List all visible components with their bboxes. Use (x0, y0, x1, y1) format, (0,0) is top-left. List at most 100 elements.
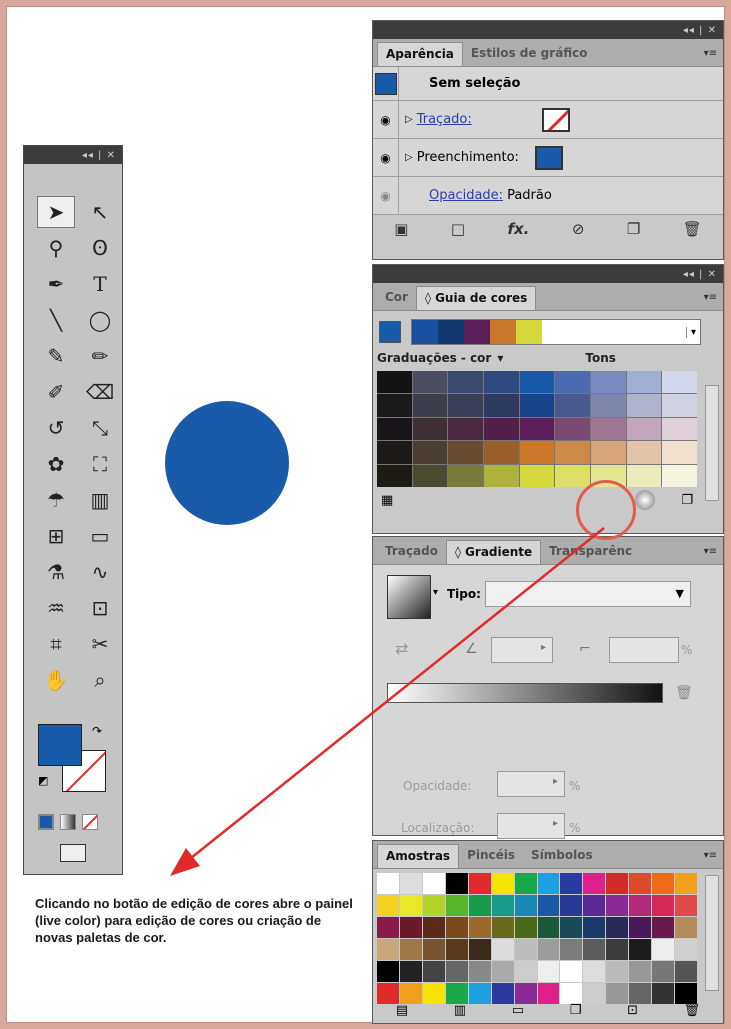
swatch[interactable] (445, 873, 468, 894)
swatch[interactable] (377, 961, 399, 982)
duplicate-icon[interactable]: ❐ (627, 220, 640, 238)
variations-label[interactable]: Graduações - cor (377, 351, 491, 365)
swatch[interactable] (399, 873, 422, 894)
color-variation-swatch[interactable] (484, 417, 519, 441)
harmony-rules-dropdown[interactable]: ▾ (411, 319, 701, 345)
swatch[interactable] (468, 961, 491, 982)
swatch[interactable] (445, 961, 468, 982)
tab-brushes[interactable]: Pincéis (459, 844, 523, 868)
gradient-preview-swatch[interactable] (387, 575, 431, 619)
panel-menu-icon[interactable]: ▾≡ (704, 48, 717, 59)
save-color-group-icon[interactable]: ❐ (681, 493, 693, 508)
swatch[interactable] (652, 873, 675, 894)
color-variation-swatch[interactable] (626, 464, 662, 487)
symbol-sprayer-tool-icon[interactable]: ☂ (37, 484, 75, 516)
swatch[interactable] (606, 873, 629, 894)
fx-icon[interactable]: fx. (507, 220, 529, 238)
color-variation-swatch[interactable] (519, 441, 555, 464)
angle-field[interactable]: ▸ (491, 637, 553, 663)
color-variation-swatch[interactable] (555, 464, 590, 487)
swatch[interactable] (560, 961, 583, 982)
zoom-tool-icon[interactable]: ⌕ (81, 664, 119, 696)
color-variation-swatch[interactable] (448, 394, 483, 417)
color-variation-swatch[interactable] (377, 417, 412, 441)
slice-tool-icon[interactable]: ✂ (81, 628, 119, 660)
color-variation-swatch[interactable] (412, 441, 448, 464)
swatch[interactable] (652, 895, 675, 916)
location-field[interactable]: ▸ (497, 813, 565, 839)
color-variation-swatch[interactable] (662, 394, 697, 417)
color-variation-swatch[interactable] (591, 371, 626, 394)
artboard-tool-icon[interactable]: ⌗ (37, 628, 75, 660)
swatch-libraries-icon[interactable]: ▤ (396, 1003, 408, 1018)
color-variation-swatch[interactable] (377, 441, 412, 464)
color-variation-swatch[interactable] (555, 417, 590, 441)
swatch[interactable] (377, 939, 399, 960)
swatch[interactable] (652, 961, 675, 982)
delete-swatch-icon[interactable]: 🗑 (684, 1003, 701, 1018)
swatch[interactable] (675, 917, 697, 938)
swatch[interactable] (422, 939, 445, 960)
eyedropper-tool-icon[interactable]: ⚗ (37, 556, 75, 588)
screen-mode-icon[interactable] (60, 844, 86, 862)
opacity-field[interactable]: ▸ (497, 771, 565, 797)
swatch[interactable] (560, 895, 583, 916)
pencil-tool-icon[interactable]: ✏ (81, 340, 119, 372)
scrollbar[interactable] (705, 875, 719, 991)
limit-color-group-icon[interactable]: ▦ (381, 493, 393, 508)
swatch[interactable] (606, 895, 629, 916)
swatch[interactable] (422, 917, 445, 938)
swatch[interactable] (537, 917, 560, 938)
swatch[interactable] (377, 873, 399, 894)
harmony-color-swatch[interactable] (464, 320, 490, 344)
warp-tool-icon[interactable]: ✿ (37, 448, 75, 480)
color-variation-swatch[interactable] (448, 464, 483, 487)
color-variation-swatch[interactable] (412, 417, 448, 441)
color-variation-swatch[interactable] (662, 464, 697, 487)
tab-stroke[interactable]: Traçado (377, 540, 446, 564)
swatch[interactable] (399, 917, 422, 938)
color-variation-swatch[interactable] (377, 464, 412, 487)
pen-tool-icon[interactable]: ✒ (37, 268, 75, 300)
swatch[interactable] (537, 873, 560, 894)
live-paint-bucket-tool-icon[interactable]: ♒ (37, 592, 75, 624)
color-variation-swatch[interactable] (626, 394, 662, 417)
color-variation-swatch[interactable] (484, 464, 519, 487)
swatch[interactable] (491, 895, 514, 916)
harmony-color-swatch[interactable] (490, 320, 516, 344)
chevron-down-icon[interactable]: ▼ (676, 587, 684, 600)
new-color-group-icon[interactable]: ❐ (570, 1003, 582, 1018)
swatch[interactable] (652, 939, 675, 960)
live-paint-selection-tool-icon[interactable]: ⊡ (81, 592, 119, 624)
swatch[interactable] (468, 939, 491, 960)
color-variation-swatch[interactable] (519, 464, 555, 487)
magic-wand-tool-icon[interactable]: ⚲ (37, 232, 75, 264)
swatch[interactable] (675, 961, 697, 982)
color-variation-swatch[interactable] (484, 441, 519, 464)
tab-appearance[interactable]: Aparência (377, 42, 463, 66)
swatch[interactable] (445, 895, 468, 916)
swatch[interactable] (399, 939, 422, 960)
chevron-down-icon[interactable]: ▾ (685, 326, 700, 338)
scale-tool-icon[interactable]: ⤡ (81, 412, 119, 444)
graph-tool-icon[interactable]: ▥ (81, 484, 119, 516)
panel-titlebar[interactable]: ◂◂ | ✕ (373, 265, 723, 283)
swatch[interactable] (606, 917, 629, 938)
swatch[interactable] (537, 895, 560, 916)
swatch[interactable] (514, 939, 537, 960)
tab-color[interactable]: Cor (377, 286, 416, 310)
color-variation-swatch[interactable] (662, 371, 697, 394)
color-variation-swatch[interactable] (484, 394, 519, 417)
color-variation-swatch[interactable] (555, 371, 590, 394)
swatch[interactable] (652, 917, 675, 938)
color-variation-swatch[interactable] (519, 394, 555, 417)
harmony-color-swatch[interactable] (516, 320, 542, 344)
tab-symbols[interactable]: Símbolos (523, 844, 601, 868)
color-variation-swatch[interactable] (412, 371, 448, 394)
swatch[interactable] (491, 939, 514, 960)
stroke-link[interactable]: Traçado: (417, 112, 472, 127)
color-variation-swatch[interactable] (448, 371, 483, 394)
edit-colors-icon[interactable] (635, 490, 656, 510)
swatch[interactable] (675, 873, 697, 894)
color-mode-icon[interactable] (38, 814, 54, 830)
